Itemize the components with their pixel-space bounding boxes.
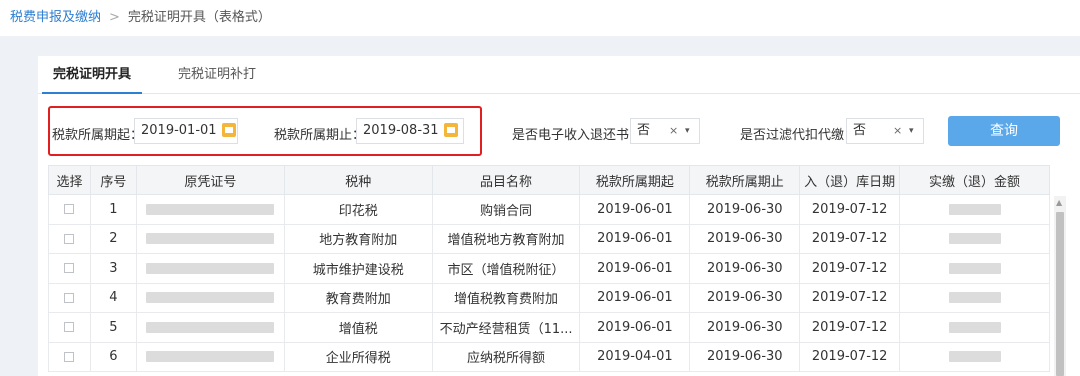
row-tax-type: 城市维护建设税 bbox=[283, 253, 433, 284]
start-date-label: 税款所属期起： bbox=[52, 128, 144, 143]
refund-voucher-value: 否 bbox=[637, 123, 651, 138]
table-row[interactable]: 3 城市维护建设税 市区（增值税附征） 2019-06-01 2019-06-3… bbox=[48, 253, 1050, 284]
row-date: 2019-07-12 bbox=[799, 282, 901, 313]
row-index: 2 bbox=[89, 223, 137, 254]
redacted-amount bbox=[948, 203, 1001, 215]
column-header-select: 选择 bbox=[48, 165, 91, 195]
row-item-name: 应纳税所得额 bbox=[431, 341, 581, 372]
row-period-start: 2019-06-01 bbox=[579, 253, 691, 284]
column-header-period-start: 税款所属期起 bbox=[579, 165, 691, 195]
row-period-end: 2019-06-30 bbox=[689, 223, 801, 254]
row-checkbox[interactable] bbox=[64, 292, 75, 303]
row-period-start: 2019-06-01 bbox=[579, 282, 691, 313]
row-date: 2019-07-12 bbox=[799, 223, 901, 254]
chevron-down-icon[interactable]: ▾ bbox=[685, 119, 690, 143]
withhold-filter-value: 否 bbox=[853, 123, 867, 138]
table-header-row: 选择 序号 原凭证号 税种 品目名称 税款所属期起 税款所属期止 入（退）库日期… bbox=[48, 165, 1050, 195]
row-period-start: 2019-06-01 bbox=[579, 223, 691, 254]
row-date: 2019-07-12 bbox=[799, 253, 901, 284]
row-period-start: 2019-04-01 bbox=[579, 341, 691, 372]
refund-voucher-label: 是否电子收入退还书： bbox=[512, 128, 643, 143]
row-checkbox[interactable] bbox=[64, 351, 75, 362]
row-index: 4 bbox=[89, 282, 137, 313]
row-item-name: 增值税地方教育附加 bbox=[431, 223, 581, 254]
redacted-amount bbox=[948, 262, 1001, 274]
chevron-down-icon[interactable]: ▾ bbox=[909, 119, 914, 143]
redacted-voucher-number bbox=[146, 321, 275, 333]
main-panel: 完税证明开具 完税证明补打 税款所属期起： 2019-01-01 税款所属期止：… bbox=[38, 56, 1080, 376]
end-date-value: 2019-08-31 bbox=[363, 123, 439, 138]
redacted-amount bbox=[948, 292, 1001, 304]
table-row[interactable]: 2 地方教育附加 增值税地方教育附加 2019-06-01 2019-06-30… bbox=[48, 223, 1050, 254]
clear-icon[interactable]: × bbox=[669, 119, 678, 143]
row-checkbox[interactable] bbox=[64, 322, 75, 333]
column-header-index: 序号 bbox=[89, 165, 137, 195]
row-index: 5 bbox=[89, 312, 137, 343]
row-period-end: 2019-06-30 bbox=[689, 341, 801, 372]
redacted-amount bbox=[948, 321, 1001, 333]
row-date: 2019-07-12 bbox=[799, 194, 901, 225]
query-button[interactable]: 查询 bbox=[948, 116, 1060, 146]
breadcrumb-parent-link[interactable]: 税费申报及缴纳 bbox=[10, 10, 101, 25]
row-period-start: 2019-06-01 bbox=[579, 312, 691, 343]
table-row[interactable]: 6 企业所得税 应纳税所得额 2019-04-01 2019-06-30 201… bbox=[48, 341, 1050, 372]
row-tax-type: 企业所得税 bbox=[283, 341, 433, 372]
redacted-voucher-number bbox=[146, 351, 275, 363]
refund-voucher-select[interactable]: 否 × ▾ bbox=[630, 118, 700, 144]
withhold-filter-select[interactable]: 否 × ▾ bbox=[846, 118, 924, 144]
tab-certificate-issue[interactable]: 完税证明开具 bbox=[42, 56, 142, 94]
row-period-end: 2019-06-30 bbox=[689, 194, 801, 225]
breadcrumb-current: 完税证明开具（表格式） bbox=[127, 10, 271, 25]
certificate-table: 选择 序号 原凭证号 税种 品目名称 税款所属期起 税款所属期止 入（退）库日期… bbox=[48, 165, 1050, 372]
row-index: 3 bbox=[89, 253, 137, 284]
row-item-name: 购销合同 bbox=[431, 194, 581, 225]
breadcrumb-separator: > bbox=[109, 10, 120, 25]
tab-certificate-reprint[interactable]: 完税证明补打 bbox=[162, 56, 272, 94]
redacted-voucher-number bbox=[146, 233, 275, 245]
row-checkbox[interactable] bbox=[64, 204, 75, 215]
row-tax-type: 地方教育附加 bbox=[283, 223, 433, 254]
table-scrollbar[interactable]: ▲ bbox=[1054, 196, 1066, 376]
column-header-period-end: 税款所属期止 bbox=[689, 165, 801, 195]
row-period-end: 2019-06-30 bbox=[689, 282, 801, 313]
calendar-icon[interactable] bbox=[222, 123, 236, 137]
row-checkbox[interactable] bbox=[64, 233, 75, 244]
redacted-voucher-number bbox=[146, 262, 275, 274]
row-tax-type: 增值税 bbox=[283, 312, 433, 343]
tab-bar: 完税证明开具 完税证明补打 bbox=[38, 56, 1080, 94]
redacted-amount bbox=[948, 351, 1001, 363]
end-date-label: 税款所属期止： bbox=[274, 128, 366, 143]
row-checkbox[interactable] bbox=[64, 263, 75, 274]
withhold-filter-label: 是否过滤代扣代缴： bbox=[740, 128, 858, 143]
scroll-up-arrow-icon[interactable]: ▲ bbox=[1056, 198, 1062, 207]
row-tax-type: 印花税 bbox=[283, 194, 433, 225]
column-header-amount: 实缴（退）金额 bbox=[899, 165, 1050, 195]
row-period-end: 2019-06-30 bbox=[689, 253, 801, 284]
row-item-name: 不动产经营租赁（11... bbox=[431, 312, 581, 343]
row-tax-type: 教育费附加 bbox=[283, 282, 433, 313]
start-date-value: 2019-01-01 bbox=[141, 123, 217, 138]
row-index: 1 bbox=[89, 194, 137, 225]
row-date: 2019-07-12 bbox=[799, 312, 901, 343]
table-row[interactable]: 1 印花税 购销合同 2019-06-01 2019-06-30 2019-07… bbox=[48, 194, 1050, 225]
redacted-amount bbox=[948, 233, 1001, 245]
redacted-voucher-number bbox=[146, 203, 275, 215]
column-header-tax-type: 税种 bbox=[283, 165, 433, 195]
row-period-start: 2019-06-01 bbox=[579, 194, 691, 225]
table-row[interactable]: 5 增值税 不动产经营租赁（11... 2019-06-01 2019-06-3… bbox=[48, 312, 1050, 343]
clear-icon[interactable]: × bbox=[893, 119, 902, 143]
row-date: 2019-07-12 bbox=[799, 341, 901, 372]
row-item-name: 市区（增值税附征） bbox=[431, 253, 581, 284]
column-header-item: 品目名称 bbox=[431, 165, 581, 195]
column-header-date: 入（退）库日期 bbox=[799, 165, 901, 195]
row-index: 6 bbox=[89, 341, 137, 372]
redacted-voucher-number bbox=[146, 292, 275, 304]
table-row[interactable]: 4 教育费附加 增值税教育费附加 2019-06-01 2019-06-30 2… bbox=[48, 282, 1050, 313]
column-header-voucher: 原凭证号 bbox=[135, 165, 285, 195]
calendar-icon[interactable] bbox=[444, 123, 458, 137]
row-period-end: 2019-06-30 bbox=[689, 312, 801, 343]
scrollbar-thumb[interactable] bbox=[1056, 212, 1064, 376]
breadcrumb: 税费申报及缴纳 > 完税证明开具（表格式） bbox=[0, 0, 1080, 36]
row-item-name: 增值税教育费附加 bbox=[431, 282, 581, 313]
